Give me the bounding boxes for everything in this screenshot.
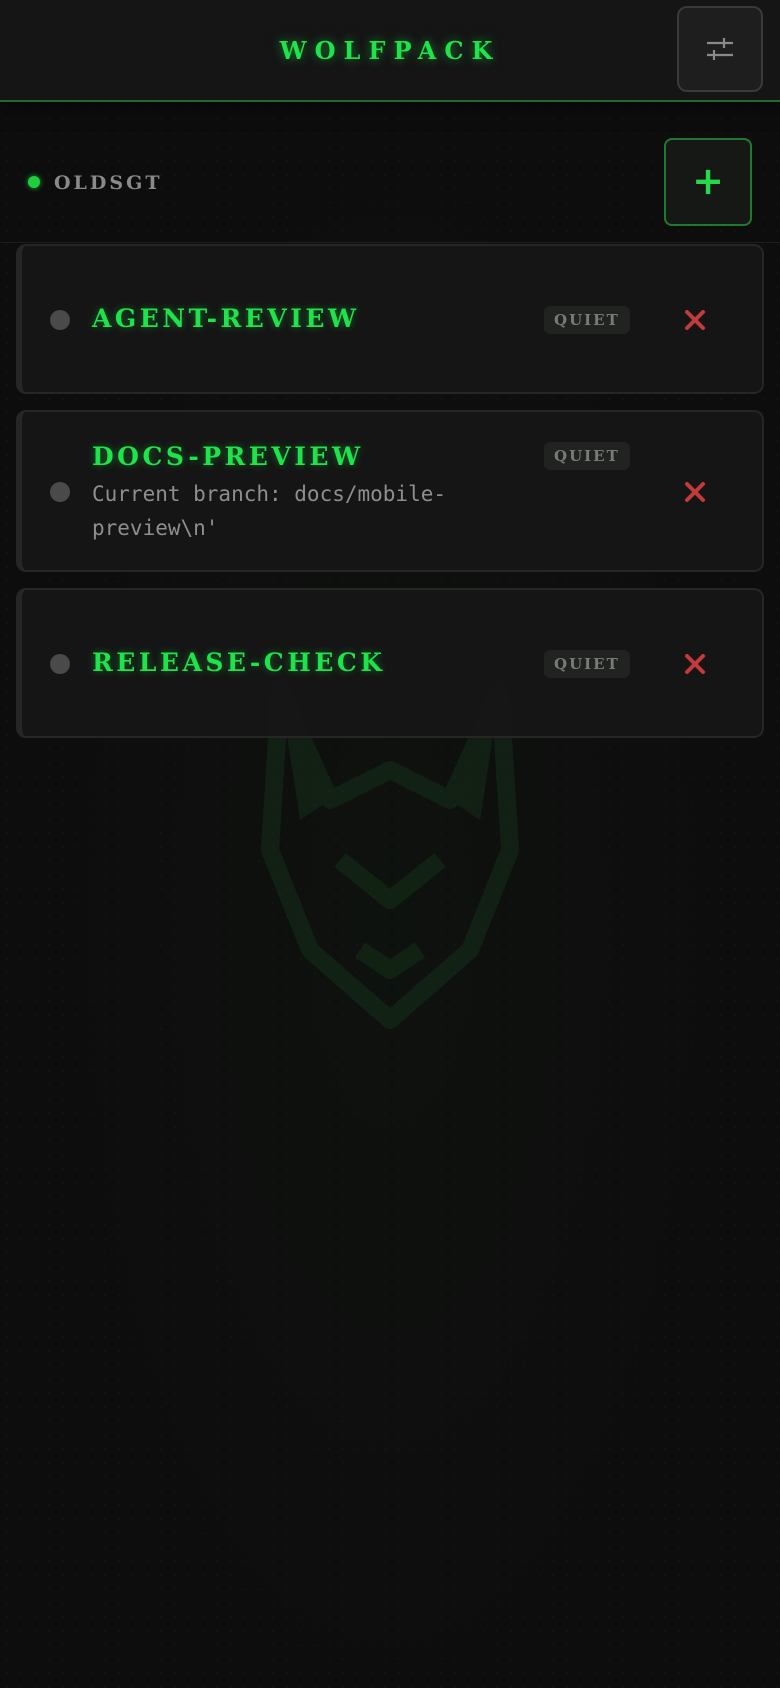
account-row: OLDSGT + [0, 102, 780, 243]
session-name: DOCS-PREVIEW [92, 442, 364, 471]
add-session-button[interactable]: + [664, 138, 752, 226]
session-card[interactable]: DOCS-PREVIEW Current branch: docs/mobile… [16, 410, 764, 572]
session-status-dot [50, 310, 70, 330]
session-status-dot [50, 482, 70, 502]
delete-session-button[interactable] [680, 477, 710, 507]
app-header: WOLFPACK [0, 0, 780, 102]
account-name: OLDSGT [54, 172, 163, 194]
session-name: RELEASE-CHECK [92, 648, 386, 677]
session-name: AGENT-REVIEW [92, 304, 360, 333]
close-icon [685, 310, 705, 330]
session-status-dot [50, 654, 70, 674]
app-title: WOLFPACK [279, 36, 501, 65]
delete-session-button[interactable] [680, 305, 710, 335]
session-description: Current branch: docs/mobile-preview\n' [92, 482, 447, 540]
status-badge: QUIET [544, 306, 630, 334]
close-icon [685, 654, 705, 674]
online-status-dot [28, 176, 40, 188]
settings-button[interactable] [677, 6, 763, 92]
status-badge: QUIET [544, 650, 630, 678]
close-icon [685, 482, 705, 502]
delete-session-button[interactable] [680, 649, 710, 679]
sliders-icon [707, 38, 733, 60]
session-card[interactable]: AGENT-REVIEW QUIET [16, 244, 764, 394]
status-badge: QUIET [544, 442, 630, 470]
session-card[interactable]: RELEASE-CHECK QUIET [16, 588, 764, 738]
